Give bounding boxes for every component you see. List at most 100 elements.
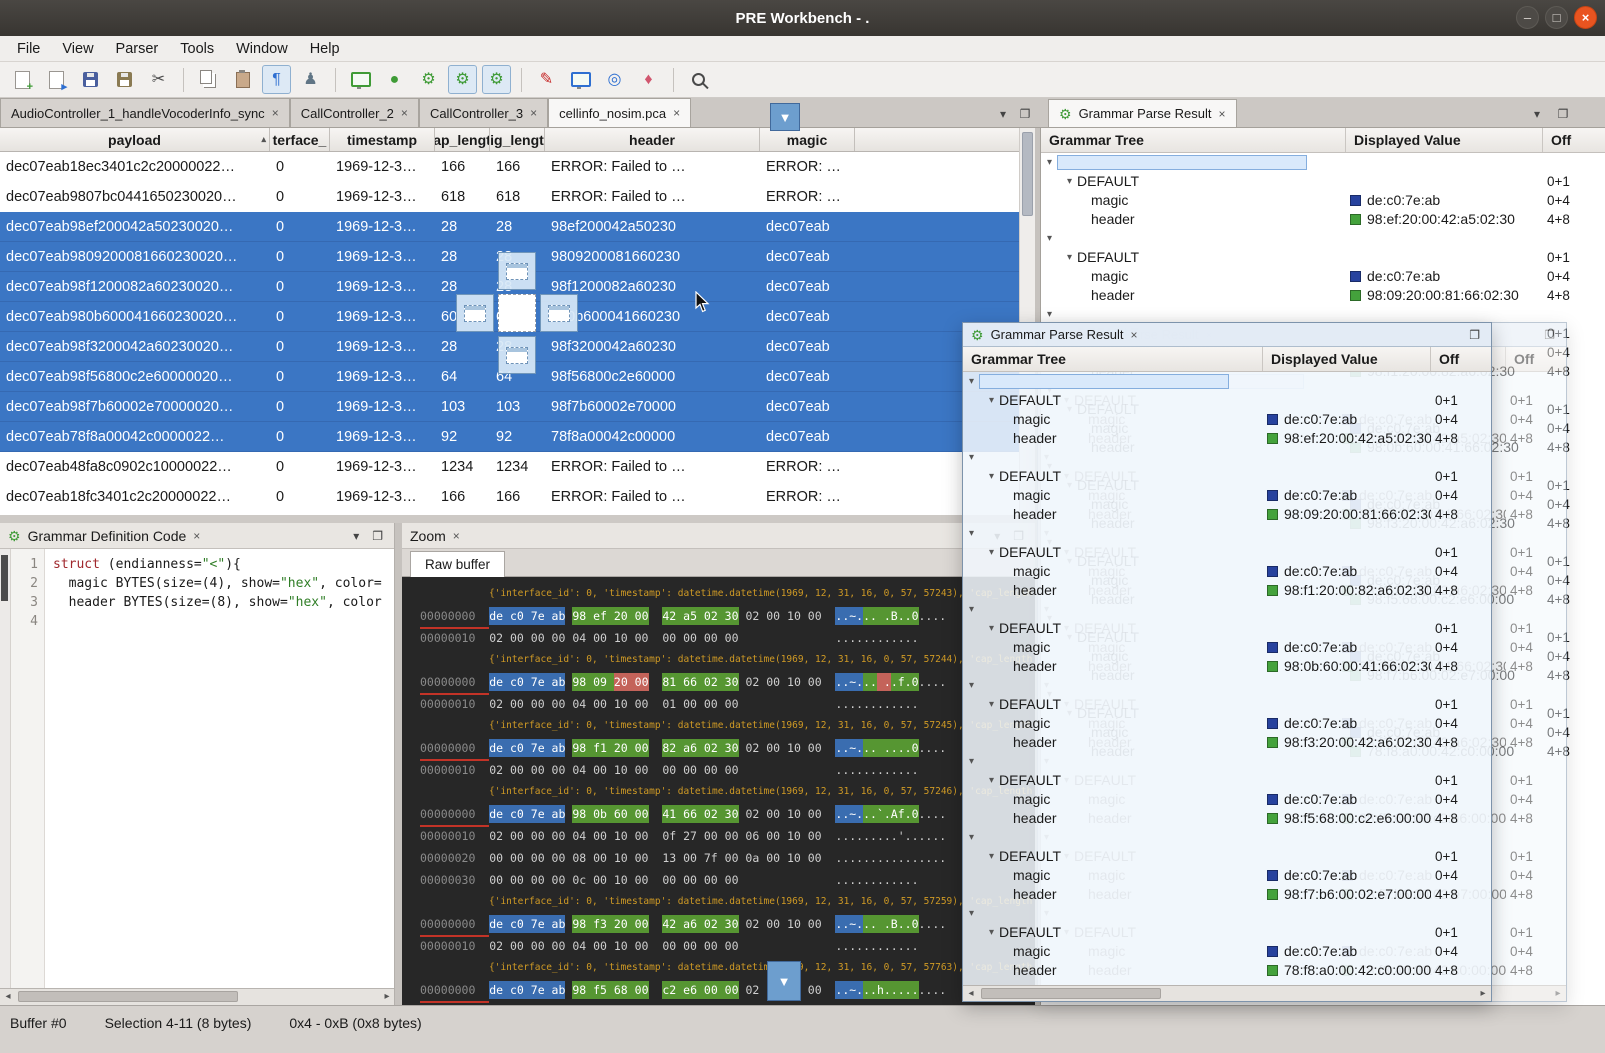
bookmark-icon[interactable]: ♦: [634, 65, 663, 94]
tree-field-row-magic[interactable]: magicde:c0:7e:ab0+4: [1041, 191, 1605, 210]
tab-close-icon[interactable]: ×: [401, 106, 408, 120]
menu-window[interactable]: Window: [225, 38, 299, 60]
tree-field-row-magic[interactable]: magicde:c0:7e:ab0+4: [963, 486, 1491, 505]
open-file-icon[interactable]: ▸: [42, 65, 71, 94]
column-header-payload[interactable]: payload▴: [0, 128, 270, 151]
tree-struct-row[interactable]: ▾DEFAULT0+1: [963, 923, 1491, 942]
column-header-header[interactable]: header: [545, 128, 760, 151]
menu-file[interactable]: File: [6, 38, 51, 60]
expander-icon[interactable]: ▾: [989, 391, 994, 410]
expander-icon[interactable]: ▾: [989, 467, 994, 486]
menu-help[interactable]: Help: [299, 38, 351, 60]
tree-struct-row[interactable]: ▾DEFAULT0+1: [963, 391, 1491, 410]
close-icon[interactable]: ×: [453, 529, 460, 543]
search-icon[interactable]: [684, 65, 713, 94]
menu-parser[interactable]: Parser: [105, 38, 170, 60]
expander-icon[interactable]: ▾: [989, 847, 994, 866]
tree-field-row-header[interactable]: header78:f8:a0:00:42:c0:00:004+8: [963, 961, 1491, 980]
tree-struct-row[interactable]: ▾DEFAULT0+1: [1041, 248, 1605, 267]
tree-root-row[interactable]: ▾: [1041, 229, 1605, 248]
run-icon[interactable]: ●: [380, 65, 409, 94]
scroll-left-arrow[interactable]: ◂: [0, 989, 16, 1004]
expander-icon[interactable]: ▾: [1067, 248, 1072, 267]
expander-icon[interactable]: ▾: [1067, 172, 1072, 191]
expander-icon[interactable]: ▾: [969, 904, 974, 923]
raw-buffer-view[interactable]: {'interface_id': 0, 'timestamp': datetim…: [402, 577, 1035, 1005]
table-row[interactable]: dec07eab48fa8c0902c10000022…01969-12-3…1…: [0, 452, 1019, 482]
expander-icon[interactable]: ▾: [969, 752, 974, 771]
tab-cellinfo-nosim-pca[interactable]: cellinfo_nosim.pca×: [548, 98, 691, 127]
menu-view[interactable]: View: [51, 38, 104, 60]
annotate-icon[interactable]: ✎: [532, 65, 561, 94]
tree-field-row-magic[interactable]: magicde:c0:7e:ab0+4: [1041, 267, 1605, 286]
new-window-icon[interactable]: [566, 65, 595, 94]
tree-field-row-magic[interactable]: magicde:c0:7e:ab0+4: [963, 638, 1491, 657]
expander-icon[interactable]: ▾: [969, 676, 974, 695]
maximize-button[interactable]: □: [1545, 6, 1568, 29]
tree-root-row[interactable]: ▾: [963, 828, 1491, 847]
dock-float-button[interactable]: ❐: [1552, 103, 1574, 125]
dock-menu-button[interactable]: ▾: [1526, 103, 1548, 125]
parse-buffer-icon[interactable]: ⚙: [448, 65, 477, 94]
tree-field-row-header[interactable]: header98:09:20:00:81:66:02:304+8: [963, 505, 1491, 524]
tree-field-row-header[interactable]: header98:f5:68:00:c2:e6:00:004+8: [963, 809, 1491, 828]
column-header-terface-[interactable]: terface_: [270, 128, 330, 151]
parser-settings-icon[interactable]: ⚙: [414, 65, 443, 94]
column-header-timestamp[interactable]: timestamp: [330, 128, 435, 151]
screenshot-icon[interactable]: [346, 65, 375, 94]
code-horizontal-scrollbar[interactable]: ◂ ▸: [0, 988, 395, 1005]
tree-field-row-magic[interactable]: magicde:c0:7e:ab0+4: [963, 942, 1491, 961]
tab-close-icon[interactable]: ×: [272, 106, 279, 120]
editor-tabs-float-button[interactable]: ❐: [1014, 103, 1036, 125]
float-dock-button[interactable]: ❐: [1466, 328, 1483, 342]
close-icon[interactable]: ×: [193, 529, 200, 543]
close-icon[interactable]: ×: [1130, 328, 1137, 342]
tree-field-row-header[interactable]: header98:ef:20:00:42:a5:02:304+8: [963, 429, 1491, 448]
tree-field-row-magic[interactable]: magicde:c0:7e:ab0+4: [963, 714, 1491, 733]
user-icon[interactable]: ♟: [296, 65, 325, 94]
parse-all-icon[interactable]: ⚙: [482, 65, 511, 94]
floating-horizontal-scrollbar[interactable]: ◂ ▸: [963, 985, 1491, 1001]
column-header-magic[interactable]: magic: [760, 128, 855, 151]
tree-field-row-header[interactable]: header98:0b:60:00:41:66:02:304+8: [963, 657, 1491, 676]
close-button[interactable]: ×: [1574, 6, 1597, 29]
minimize-button[interactable]: –: [1516, 6, 1539, 29]
tree-struct-row[interactable]: ▾DEFAULT0+1: [963, 695, 1491, 714]
tree-field-row-header[interactable]: header98:ef:20:00:42:a5:02:304+8: [1041, 210, 1605, 229]
column-header-ig-lengt[interactable]: ig_lengt: [490, 128, 545, 151]
table-row[interactable]: dec07eab98f7b60002e70000020…01969-12-3…1…: [0, 392, 1019, 422]
tree-root-row[interactable]: ▾: [963, 372, 1491, 391]
copy-icon[interactable]: [194, 65, 223, 94]
save-icon[interactable]: [76, 65, 105, 94]
tree-struct-row[interactable]: ▾DEFAULT0+1: [963, 619, 1491, 638]
scrollbar-thumb[interactable]: [18, 991, 238, 1002]
tree-struct-row[interactable]: ▾DEFAULT0+1: [963, 847, 1491, 866]
table-row[interactable]: dec07eab18ec3401c2c20000022…01969-12-3…1…: [0, 152, 1019, 182]
new-file-icon[interactable]: +: [8, 65, 37, 94]
tab-callcontroller-2[interactable]: CallController_2×: [290, 98, 419, 127]
cut-icon[interactable]: ✂: [144, 65, 173, 94]
scroll-right-arrow[interactable]: ▸: [379, 989, 395, 1004]
tree-struct-row[interactable]: ▾DEFAULT0+1: [1041, 172, 1605, 191]
expander-icon[interactable]: ▾: [969, 600, 974, 619]
expander-icon[interactable]: ▾: [969, 524, 974, 543]
tree-field-row-magic[interactable]: magicde:c0:7e:ab0+4: [963, 562, 1491, 581]
panel-menu-button[interactable]: ▾: [350, 529, 362, 543]
tree-root-row[interactable]: ▾: [1041, 153, 1605, 172]
scrollbar-thumb[interactable]: [981, 988, 1161, 999]
expander-icon[interactable]: ▾: [989, 543, 994, 562]
tree-field-row-magic[interactable]: magicde:c0:7e:ab0+4: [963, 866, 1491, 885]
tree-field-row-magic[interactable]: magicde:c0:7e:ab0+4: [963, 790, 1491, 809]
grammar-parse-result-floating[interactable]: ⚙ Grammar Parse Result × ❐ Grammar Tree …: [962, 322, 1492, 1002]
expander-icon[interactable]: ▾: [989, 771, 994, 790]
tree-field-row-header[interactable]: header98:f3:20:00:42:a6:02:304+8: [963, 733, 1491, 752]
close-icon[interactable]: ×: [1218, 107, 1225, 121]
panel-float-button[interactable]: ❐: [369, 529, 386, 543]
scroll-left-arrow[interactable]: ◂: [963, 986, 979, 1001]
expander-icon[interactable]: ▾: [969, 448, 974, 467]
tree-root-row[interactable]: ▾: [963, 448, 1491, 467]
code-overview-bar[interactable]: [0, 549, 11, 988]
tree-root-row[interactable]: ▾: [963, 600, 1491, 619]
paste-icon[interactable]: [228, 65, 257, 94]
tree-root-row[interactable]: ▾: [963, 752, 1491, 771]
